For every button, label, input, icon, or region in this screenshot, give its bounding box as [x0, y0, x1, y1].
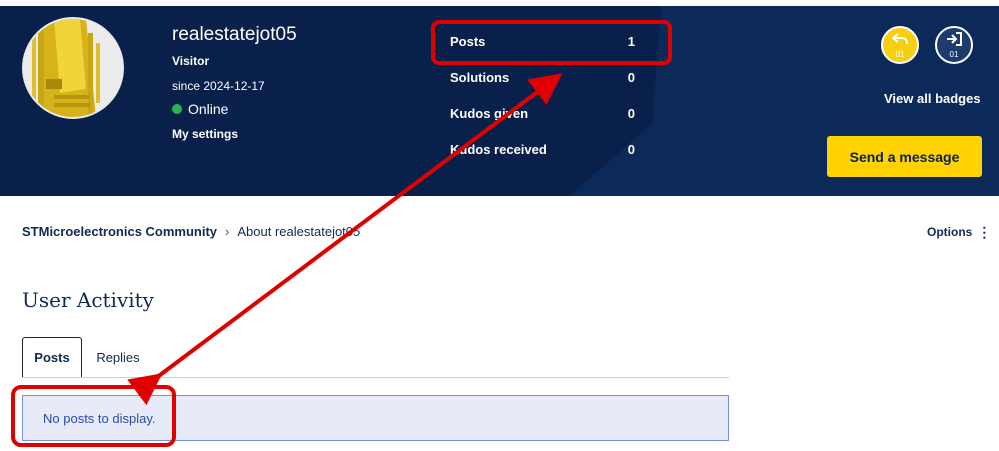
annotation-highlight-posts-count [431, 20, 672, 65]
annotation-highlight-empty-message [11, 385, 176, 447]
annotation-double-arrow [127, 73, 563, 406]
annotation-overlay [11, 20, 672, 447]
